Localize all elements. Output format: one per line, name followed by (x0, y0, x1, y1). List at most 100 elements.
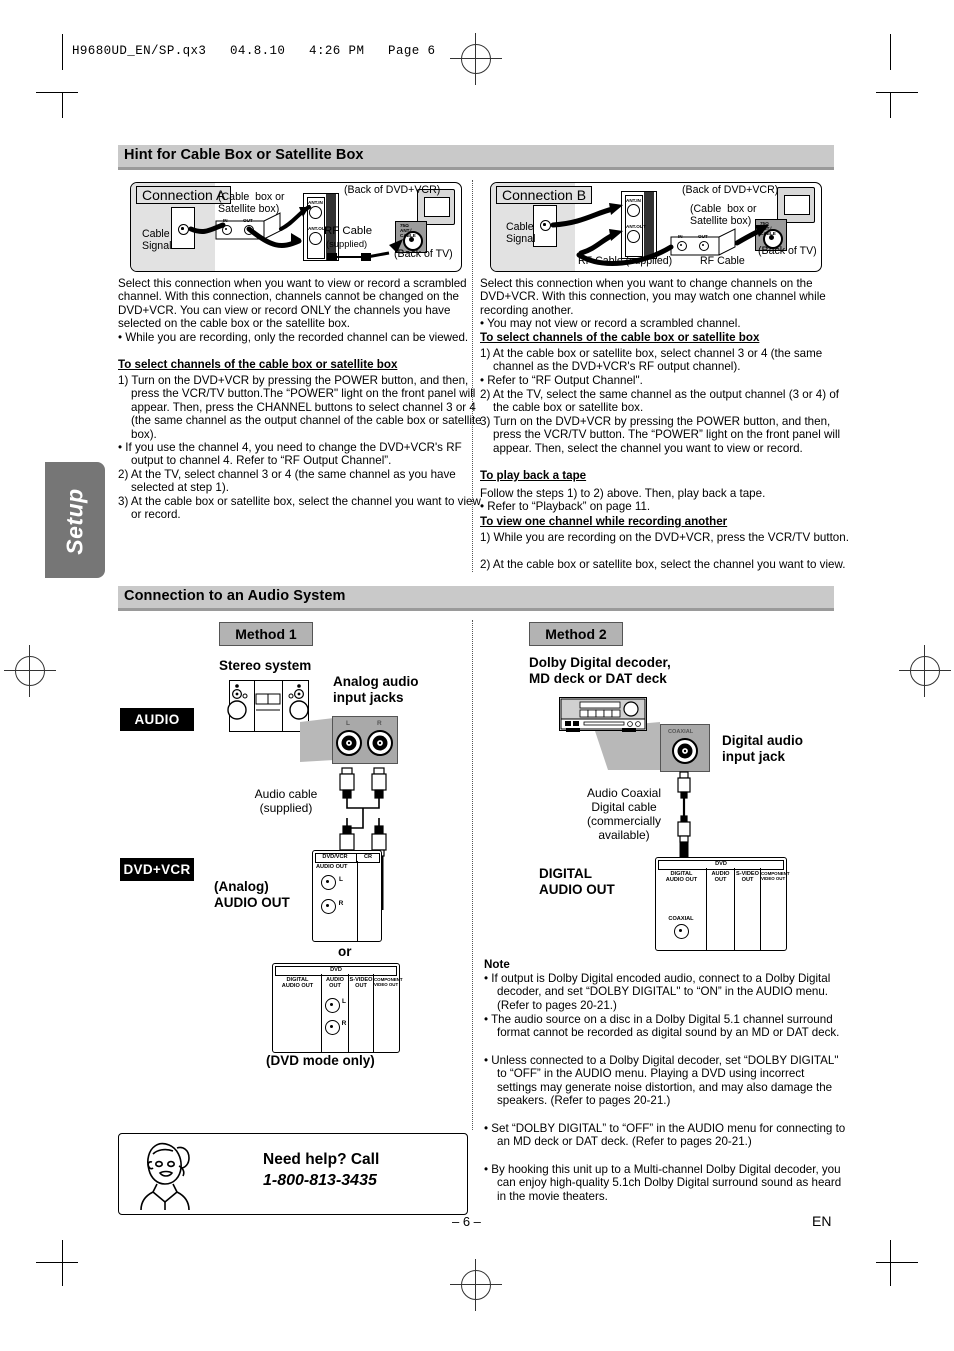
dvdvcr-tag: DVD+VCR (120, 858, 194, 881)
cable-box-out-label: OUT (698, 234, 708, 239)
panel-vcr-r-label: R (338, 900, 344, 907)
manual-page: H9680UD_EN/SP.qx3 04.8.10 4:26 PM Page 6… (0, 0, 954, 1351)
conn-a-body: Select this connection when you want to … (118, 277, 467, 331)
ant-in-jack (309, 206, 322, 219)
dvd-panel-cell-2-m2: S-VIDEO OUT (735, 871, 759, 884)
conn-b-play-body: Follow the steps 1) to 2) above. Then, p… (480, 487, 766, 500)
ant-in-label: ANT.IN (626, 198, 641, 203)
analog-input-jack-plate: L R (332, 716, 398, 764)
or-label: or (338, 944, 352, 959)
dvd-panel-jack-r-m1 (325, 1020, 340, 1035)
conn-a-bullet-2: • If you use the channel 4, you need to … (118, 441, 462, 468)
note-item-3: • Set “DOLBY DIGITAL” to “OFF” in the AU… (484, 1122, 846, 1149)
conn-b-step-2: 2) At the TV, select the same channel as… (480, 388, 839, 415)
dvdvcr-audio-out-panel: DVD/VCR CR AUDIO OUT L R (312, 850, 382, 942)
section-rule-audio (118, 608, 834, 611)
crop-mark (62, 92, 63, 118)
dvd-mode-only-label: (DVD mode only) (266, 1053, 375, 1068)
connection-b-rfcable-caption: RF Cable (700, 255, 745, 267)
section-header-hint: Hint for Cable Box or Satellite Box (118, 145, 834, 167)
crop-mark (890, 92, 891, 118)
dvd-panel-cell-1-m1: AUDIO OUT (325, 977, 345, 990)
coax-cable-label: Audio Coaxial Digital cable (commerciall… (586, 786, 662, 842)
conn-b-subhead-3: To view one channel while recording anot… (480, 515, 728, 528)
connection-a-backdvd-caption: (Back of DVD+VCR) (344, 184, 441, 196)
method-2-device-label: Dolby Digital decoder, MD deck or DAT de… (529, 655, 671, 686)
connection-b-badge: Connection B (496, 186, 593, 204)
wall-jack (178, 224, 189, 235)
ant-in-label: ANT.IN (308, 200, 323, 205)
panel-vcr-l-label: L (339, 876, 343, 883)
dvd-panel-l-m1: L (342, 998, 346, 1005)
wall-jack (540, 220, 551, 231)
panel-vcr-jack-l (321, 875, 336, 890)
cable-box-in-jack (677, 241, 687, 251)
conn-a-subhead: To select channels of the cable box or s… (118, 358, 398, 371)
stereo-left-speaker (229, 680, 256, 732)
note-title: Note (484, 958, 510, 971)
conn-b-view-step-2: 2) At the cable box or satellite box, se… (480, 558, 846, 571)
cable-box-out-jack (244, 225, 254, 235)
section-rule (118, 167, 834, 170)
audio-tag: AUDIO (120, 708, 194, 731)
tv-screen (784, 195, 810, 215)
dvdvcr-rear-b: ANT.IN ANT.OUT (621, 191, 657, 259)
connection-b-rfcable-supplied-caption: RF Cable (supplied) (578, 255, 672, 268)
panel-vcr-divider (357, 861, 358, 941)
wall-plate-b (533, 205, 557, 247)
panel-vcr-jack-r (321, 899, 336, 914)
conn-b-bullet-1: • You may not view or record a scrambled… (480, 317, 741, 330)
note-item-2: • Unless connected to a Dolby Digital de… (484, 1054, 839, 1108)
dvd-panel-cell-3-m1: COMPONENT VIDEO OUT (374, 977, 403, 988)
conn-b-subhead-2: To play back a tape (480, 469, 587, 482)
conn-b-subhead-1: To select channels of the cable box or s… (480, 331, 760, 344)
dvd-panel-jack-l-m1 (325, 998, 340, 1013)
crop-mark (36, 1262, 78, 1263)
analog-jack-circles (336, 730, 393, 756)
registration-mark (450, 1259, 502, 1311)
coaxial-label: COAXIAL (668, 729, 694, 735)
conn-b-view-step-1: 1) While you are recording on the DVD+VC… (480, 531, 849, 544)
connection-a-rfcable-caption: RF Cable (324, 225, 373, 237)
dvd-panel-cell-0-m1: DIGITAL AUDIO OUT (281, 977, 314, 990)
connection-a-badge: Connection A (136, 186, 232, 204)
dvd-panel-r-m1: R (341, 1020, 347, 1027)
dvd-panel-header-m1: DVD (330, 967, 342, 973)
cable-box-a: IN OUT (214, 211, 282, 241)
side-tab-label: Setup (61, 488, 88, 555)
crop-mark (62, 1240, 63, 1286)
conn-b-body: Select this connection when you want to … (480, 277, 826, 317)
stereo-center-unit (254, 680, 284, 732)
tv-ant-label: 75Ω ANT./ CABLE (400, 223, 416, 238)
print-header: H9680UD_EN/SP.qx3 04.8.10 4:26 PM Page 6 (72, 44, 436, 58)
connection-a-rfsupplied-caption: (supplied) (326, 238, 368, 249)
section-header-audio: Connection to an Audio System (118, 586, 834, 608)
cable-box-in-label: IN (223, 218, 228, 223)
cable-box-b: IN OUT (669, 227, 737, 257)
digital-input-jack-label: Digital audio input jack (722, 733, 803, 764)
panel-vcr-audio-out-label: AUDIO OUT (316, 864, 348, 870)
connection-b-backdvd-caption: (Back of DVD+VCR) (682, 184, 779, 196)
analog-jacks-label: Analog audio input jacks (333, 674, 419, 705)
dvd-panel-coaxial-jack-m2 (674, 924, 689, 939)
conn-b-play-bullet: • Refer to “Playback” on page 11. (480, 500, 651, 513)
connection-a-cablesignal-caption: Cable Signal (142, 228, 172, 252)
method-2-badge: Method 2 (529, 622, 623, 646)
ant-out-jack (309, 232, 322, 245)
note-item-0: • If output is Dolby Digital encoded aud… (484, 972, 831, 1012)
ant-out-label: ANT.OUT (626, 224, 646, 229)
crop-mark (62, 34, 63, 70)
panel-vcr-header-right: CR (363, 854, 373, 860)
panel-vcr-header-left: DVD/VCR (322, 854, 348, 860)
stereo-system-drawing (227, 680, 309, 732)
dvd-panel-cell-0-m2: DIGITAL AUDIO OUT (665, 871, 698, 884)
language-mark: EN (812, 1213, 832, 1229)
crop-mark (876, 92, 918, 93)
ant-in-jack (627, 204, 640, 217)
registration-mark (899, 645, 951, 697)
registration-mark (4, 645, 56, 697)
digital-audio-out-label: DIGITAL AUDIO OUT (539, 866, 615, 897)
dvd-panel-cell-2-m1: S-VIDEO OUT (349, 977, 373, 990)
crop-mark (890, 1240, 891, 1286)
dvd-panel-method2: DVD DIGITAL AUDIO OUT AUDIO OUT S-VIDEO … (655, 857, 790, 951)
